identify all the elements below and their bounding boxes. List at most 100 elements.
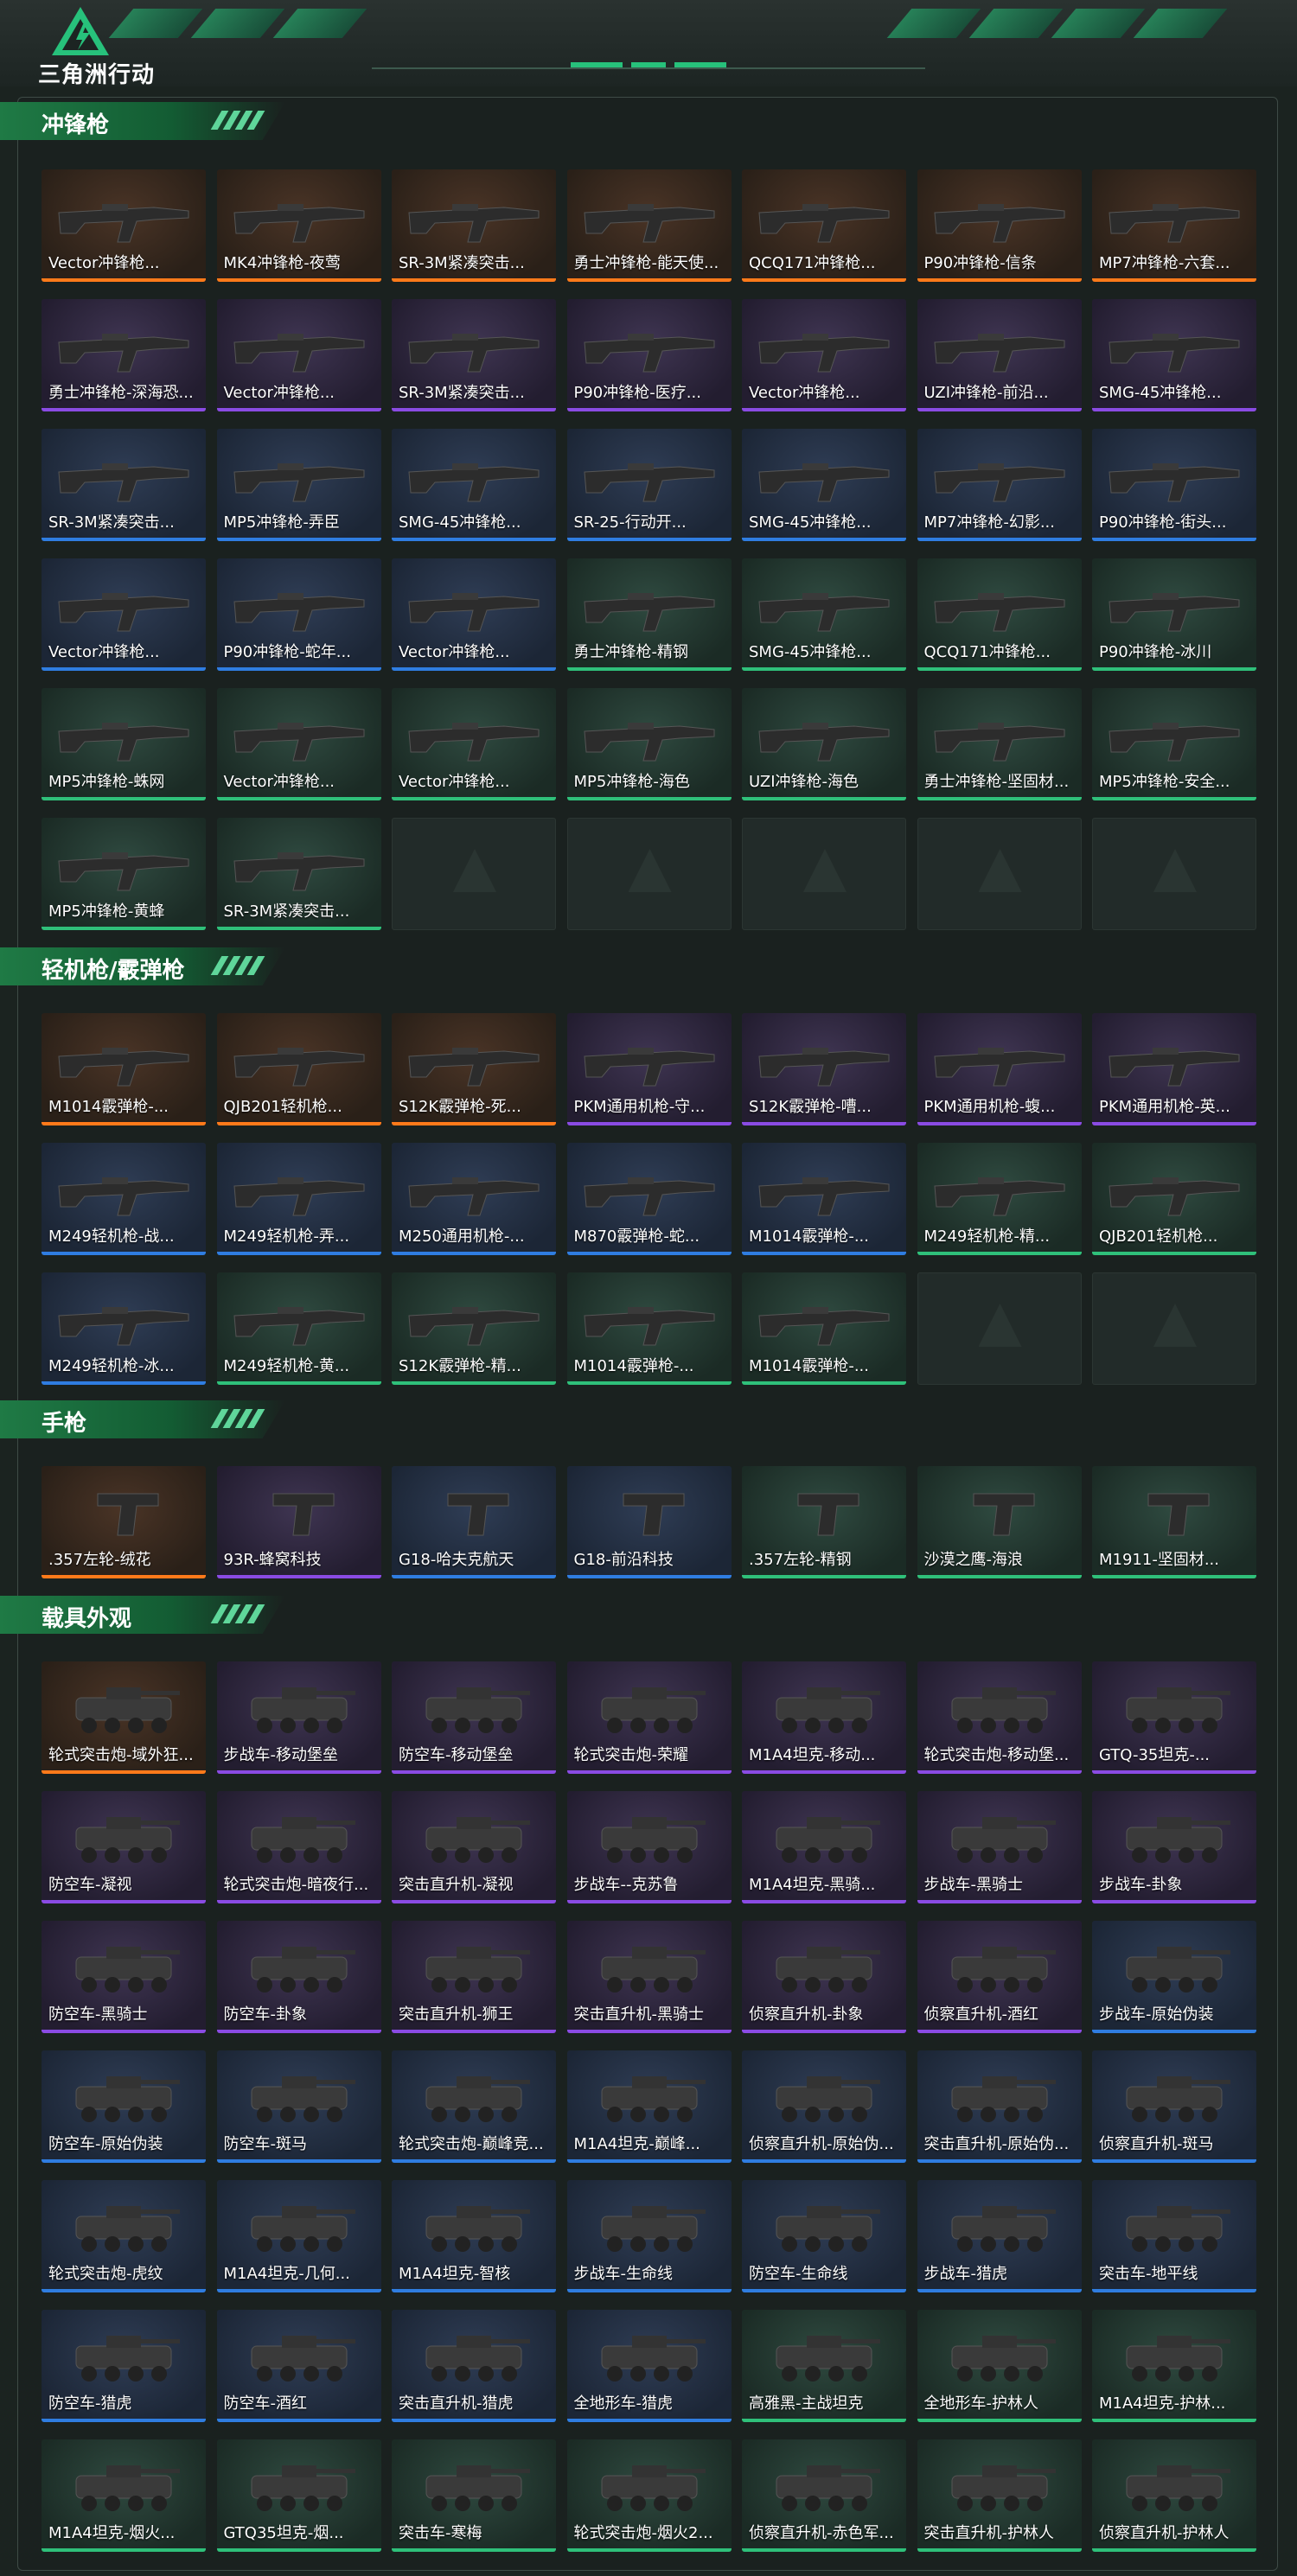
skin-card[interactable]: SR-3M紧凑突击... <box>392 299 556 411</box>
skin-card[interactable]: 轮式突击炮-巅峰竞... <box>392 2050 556 2163</box>
skin-card[interactable]: P90冲锋枪-信条 <box>917 169 1082 282</box>
skin-card[interactable]: 防空车-卦象 <box>216 1921 381 2033</box>
skin-card[interactable]: SMG-45冲锋枪... <box>742 558 906 671</box>
skin-card[interactable]: M1A4坦克-烟火... <box>42 2439 206 2552</box>
skin-card[interactable]: MP5冲锋枪-黄蜂 <box>42 818 206 930</box>
skin-card[interactable]: 侦察直升机-赤色军... <box>742 2439 906 2552</box>
skin-card[interactable]: 步战车-移动堡垒 <box>216 1661 381 1774</box>
skin-card[interactable]: Vector冲锋枪... <box>742 299 906 411</box>
skin-card[interactable]: 步战车-生命线 <box>566 2180 732 2292</box>
skin-card[interactable]: 轮式突击炮-虎纹 <box>42 2180 206 2292</box>
skin-card[interactable]: Vector冲锋枪... <box>216 299 381 411</box>
skin-card[interactable]: 沙漠之鹰-海浪 <box>917 1466 1082 1578</box>
skin-card[interactable]: P90冲锋枪-冰川 <box>1092 558 1256 671</box>
skin-card[interactable]: 轮式突击炮-暗夜行... <box>216 1791 381 1903</box>
skin-card[interactable]: S12K霰弹枪-精... <box>392 1272 556 1385</box>
skin-card[interactable]: 93R-蜂窝科技 <box>216 1466 381 1578</box>
skin-card[interactable]: P90冲锋枪-医疗... <box>566 299 732 411</box>
skin-card[interactable]: M1911-坚固材... <box>1092 1466 1256 1578</box>
skin-card[interactable]: S12K霰弹枪-嘈... <box>742 1013 906 1125</box>
skin-card[interactable]: MP5冲锋枪-弄臣 <box>216 429 381 541</box>
skin-card[interactable]: 侦察直升机-原始伪... <box>742 2050 906 2163</box>
skin-card[interactable]: .357左轮-精钢 <box>742 1466 906 1578</box>
skin-card[interactable]: M249轻机枪-战... <box>42 1143 206 1255</box>
skin-card[interactable]: M1014霰弹枪-... <box>566 1272 732 1385</box>
skin-card[interactable]: P90冲锋枪-街头... <box>1092 429 1256 541</box>
skin-card[interactable]: 突击直升机-凝视 <box>392 1791 556 1903</box>
skin-card[interactable]: 勇士冲锋枪-深海恐... <box>42 299 206 411</box>
skin-card[interactable]: 勇士冲锋枪-坚固材... <box>917 688 1082 800</box>
skin-card[interactable]: 侦察直升机-酒红 <box>917 1921 1082 2033</box>
skin-card[interactable]: SR-3M紧凑突击... <box>42 429 206 541</box>
skin-card[interactable]: SMG-45冲锋枪... <box>1092 299 1256 411</box>
skin-card[interactable]: PKM通用机枪-蝮... <box>917 1013 1082 1125</box>
skin-card[interactable]: 防空车-凝视 <box>42 1791 206 1903</box>
skin-card[interactable]: M1A4坦克-几何... <box>216 2180 381 2292</box>
skin-card[interactable]: 步战车--克苏鲁 <box>566 1791 732 1903</box>
skin-card[interactable]: 全地形车-猎虎 <box>566 2310 732 2422</box>
skin-card[interactable]: 高雅黑-主战坦克 <box>742 2310 906 2422</box>
skin-card[interactable]: 突击直升机-狮王 <box>392 1921 556 2033</box>
skin-card[interactable]: G18-哈夫克航天 <box>392 1466 556 1578</box>
skin-card[interactable]: 勇士冲锋枪-能天使... <box>566 169 732 282</box>
skin-card[interactable]: Vector冲锋枪... <box>392 558 556 671</box>
skin-card[interactable]: 突击直升机-猎虎 <box>392 2310 556 2422</box>
skin-card[interactable]: G18-前沿科技 <box>566 1466 732 1578</box>
skin-card[interactable]: M1A4坦克-智核 <box>392 2180 556 2292</box>
skin-card[interactable]: MP5冲锋枪-蛛网 <box>42 688 206 800</box>
skin-card[interactable]: 防空车-黑骑士 <box>42 1921 206 2033</box>
skin-card[interactable]: 步战车-原始伪装 <box>1092 1921 1256 2033</box>
skin-card[interactable]: M249轻机枪-弄... <box>216 1143 381 1255</box>
skin-card[interactable]: M1A4坦克-移动... <box>742 1661 906 1774</box>
skin-card[interactable]: UZI冲锋枪-前沿... <box>917 299 1082 411</box>
skin-card[interactable]: M1014霰弹枪-... <box>742 1272 906 1385</box>
skin-card[interactable]: 防空车-斑马 <box>216 2050 381 2163</box>
skin-card[interactable]: 步战车-猎虎 <box>917 2180 1082 2292</box>
skin-card[interactable]: MK4冲锋枪-夜莺 <box>216 169 381 282</box>
skin-card[interactable]: SR-3M紧凑突击... <box>216 818 381 930</box>
skin-card[interactable]: 步战车-卦象 <box>1092 1791 1256 1903</box>
skin-card[interactable]: MP5冲锋枪-海色 <box>566 688 732 800</box>
skin-card[interactable]: .357左轮-绒花 <box>42 1466 206 1578</box>
skin-card[interactable]: 防空车-移动堡垒 <box>392 1661 556 1774</box>
skin-card[interactable]: M250通用机枪-... <box>392 1143 556 1255</box>
skin-card[interactable]: M1014霰弹枪-... <box>42 1013 206 1125</box>
skin-card[interactable]: 侦察直升机-护林人 <box>1092 2439 1256 2552</box>
skin-card[interactable]: GTQ-35坦克-... <box>1092 1661 1256 1774</box>
skin-card[interactable]: M1014霰弹枪-... <box>742 1143 906 1255</box>
skin-card[interactable]: QJB201轻机枪... <box>1092 1143 1256 1255</box>
skin-card[interactable]: UZI冲锋枪-海色 <box>742 688 906 800</box>
skin-card[interactable]: SR-3M紧凑突击... <box>392 169 556 282</box>
skin-card[interactable]: M249轻机枪-冰... <box>42 1272 206 1385</box>
skin-card[interactable]: 侦察直升机-卦象 <box>742 1921 906 2033</box>
skin-card[interactable]: 突击车-地平线 <box>1092 2180 1256 2292</box>
skin-card[interactable]: M1A4坦克-巅峰... <box>566 2050 732 2163</box>
skin-card[interactable]: MP5冲锋枪-安全... <box>1092 688 1256 800</box>
skin-card[interactable]: SMG-45冲锋枪... <box>392 429 556 541</box>
skin-card[interactable]: Vector冲锋枪... <box>42 558 206 671</box>
skin-card[interactable]: QCQ171冲锋枪... <box>742 169 906 282</box>
skin-card[interactable]: QCQ171冲锋枪... <box>917 558 1082 671</box>
skin-card[interactable]: 侦察直升机-斑马 <box>1092 2050 1256 2163</box>
skin-card[interactable]: 防空车-猎虎 <box>42 2310 206 2422</box>
skin-card[interactable]: 突击直升机-护林人 <box>917 2439 1082 2552</box>
skin-card[interactable]: MP7冲锋枪-幻影... <box>917 429 1082 541</box>
skin-card[interactable]: 突击直升机-黑骑士 <box>566 1921 732 2033</box>
skin-card[interactable]: 轮式突击炮-荣耀 <box>566 1661 732 1774</box>
skin-card[interactable]: QJB201轻机枪... <box>216 1013 381 1125</box>
skin-card[interactable]: S12K霰弹枪-死... <box>392 1013 556 1125</box>
skin-card[interactable]: SR-25-行动开... <box>566 429 732 541</box>
skin-card[interactable]: 防空车-生命线 <box>742 2180 906 2292</box>
skin-card[interactable]: M249轻机枪-精... <box>917 1143 1082 1255</box>
skin-card[interactable]: 步战车-黑骑士 <box>917 1791 1082 1903</box>
skin-card[interactable]: 轮式突击炮-域外狂... <box>42 1661 206 1774</box>
skin-card[interactable]: 勇士冲锋枪-精钢 <box>566 558 732 671</box>
skin-card[interactable]: SMG-45冲锋枪... <box>742 429 906 541</box>
skin-card[interactable]: PKM通用机枪-英... <box>1092 1013 1256 1125</box>
skin-card[interactable]: M1A4坦克-护林... <box>1092 2310 1256 2422</box>
skin-card[interactable]: GTQ35坦克-烟... <box>216 2439 381 2552</box>
skin-card[interactable]: 轮式突击炮-移动堡... <box>917 1661 1082 1774</box>
skin-card[interactable]: M870霰弹枪-蛇... <box>566 1143 732 1255</box>
skin-card[interactable]: M249轻机枪-黄... <box>216 1272 381 1385</box>
skin-card[interactable]: P90冲锋枪-蛇年... <box>216 558 381 671</box>
